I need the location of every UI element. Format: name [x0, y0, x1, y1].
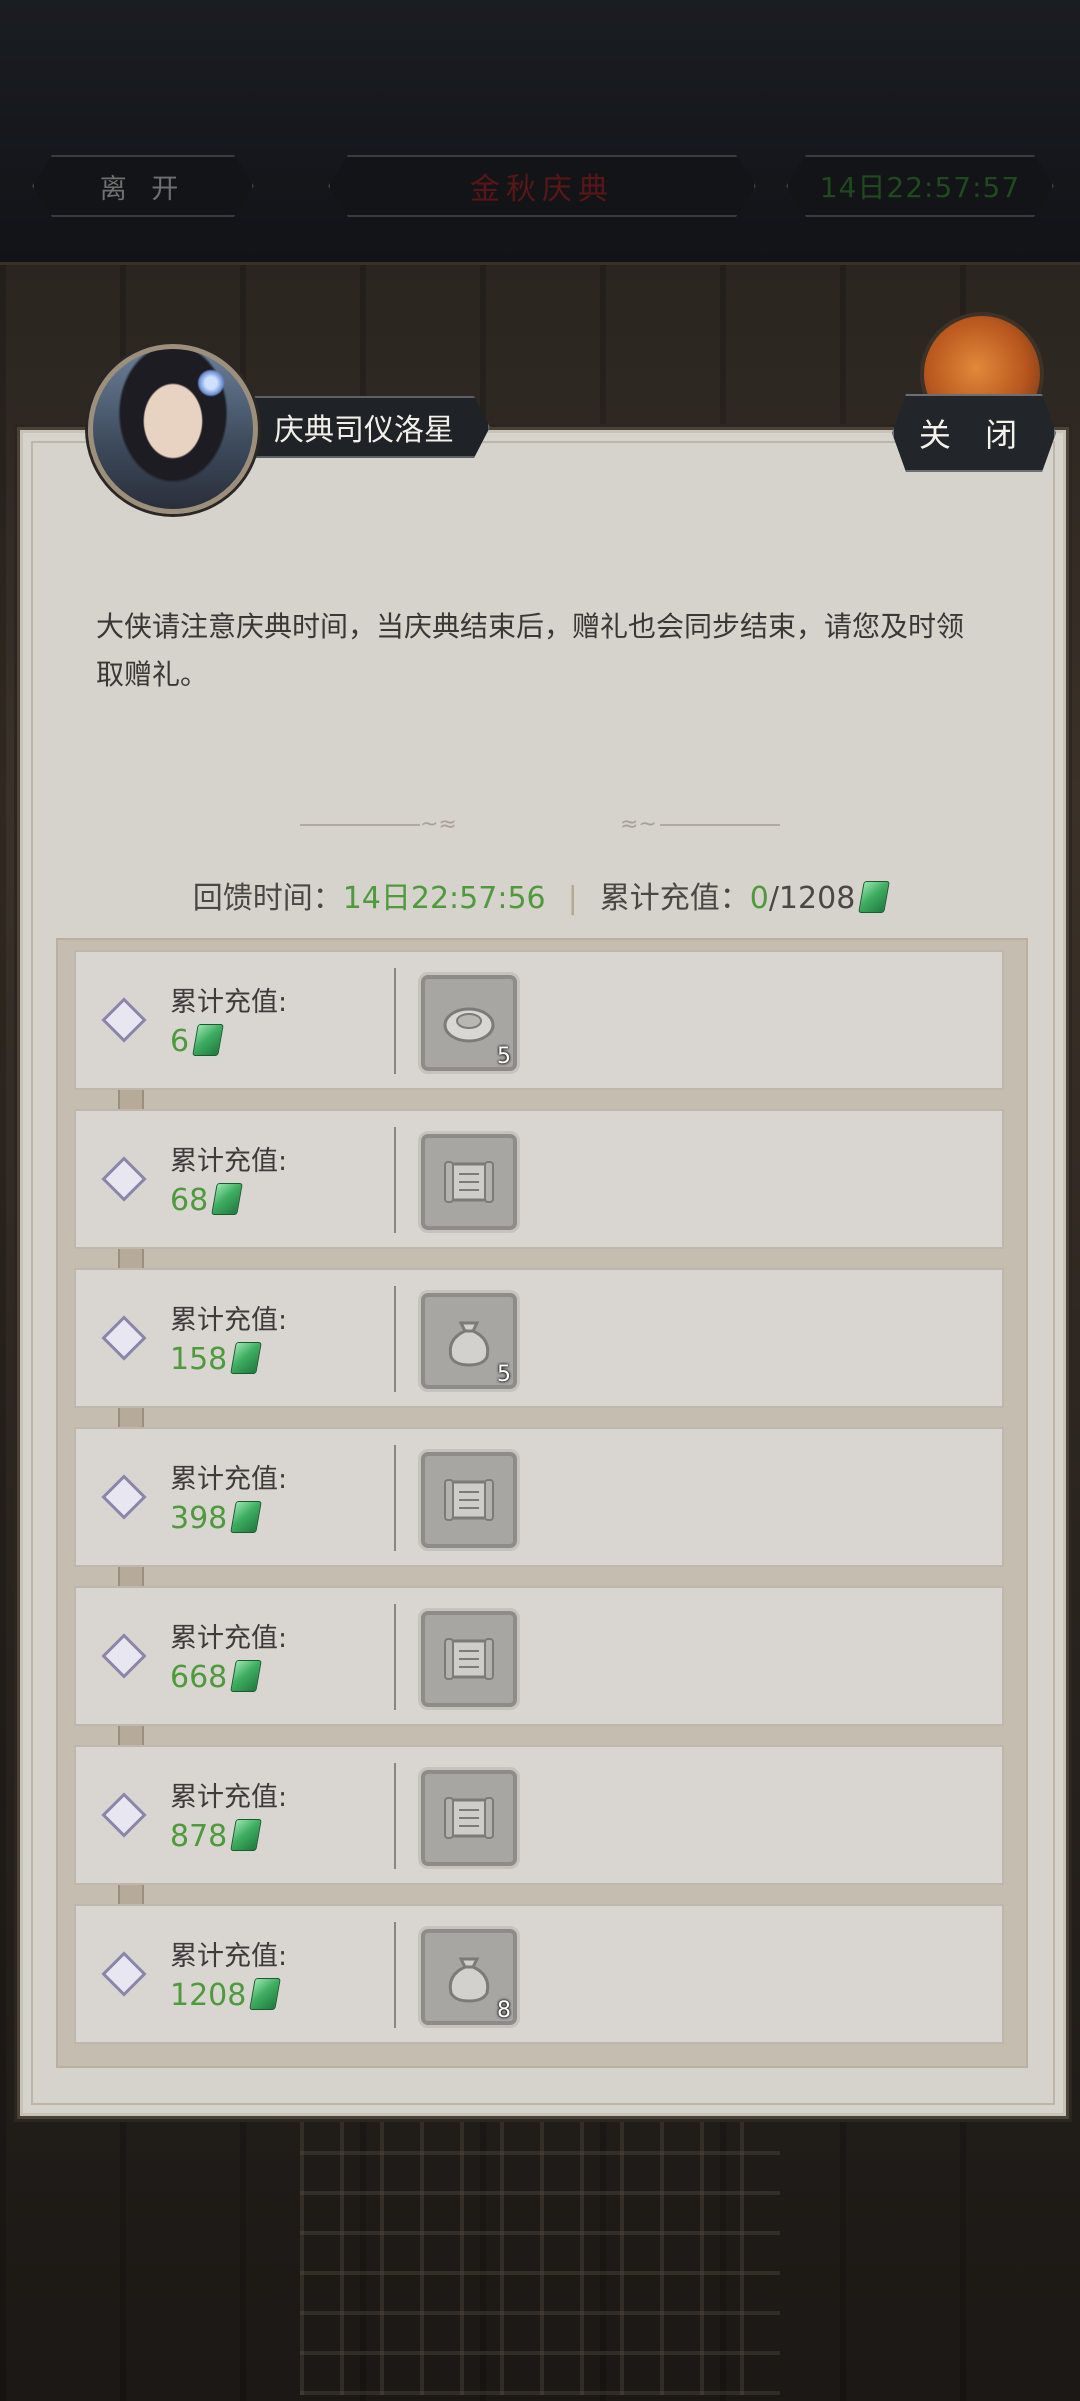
event-timer: 14日22:57:57 [786, 155, 1054, 217]
recharge-current: 0 [749, 881, 769, 916]
reward-row[interactable]: 累计充值: 878 [74, 1745, 1004, 1885]
hair-flower-icon [197, 369, 225, 397]
leave-button[interactable]: 离 开 [32, 155, 254, 217]
reward-threshold-label: 累计充值: [170, 1623, 288, 1654]
top-bar: 离 开 金秋庆典 14日22:57:57 [0, 0, 1080, 265]
reward-threshold-amount: 1208 [170, 1978, 282, 2013]
jade-gem-icon [192, 1024, 224, 1056]
progress-node-icon [101, 1156, 147, 1202]
jade-gem-icon [211, 1183, 244, 1215]
reward-item-slot[interactable] [418, 1608, 520, 1710]
reward-item-slot[interactable] [418, 1767, 520, 1869]
lattice-decoration [300, 2095, 780, 2395]
reward-item-slot[interactable] [418, 1131, 520, 1233]
feedback-time-label: 回馈时间： [192, 881, 343, 916]
reward-row[interactable]: 累计充值: 1208 8 [74, 1904, 1004, 2044]
notice-text: 大侠请注意庆典时间，当庆典结束后，赠礼也会同步结束，请您及时领取赠礼。 [96, 610, 965, 691]
reward-item-slot[interactable]: 8 [418, 1926, 520, 2028]
item-count: 8 [497, 1998, 511, 2023]
coin-icon [437, 991, 501, 1055]
row-divider [394, 1604, 396, 1710]
reward-row[interactable]: 累计充值: 6 5 [74, 950, 1004, 1090]
reward-item-slot[interactable]: 5 [418, 1290, 520, 1392]
pouch-icon [437, 1309, 501, 1373]
reward-threshold-amount: 6 [170, 1024, 224, 1059]
reward-threshold-amount: 158 [170, 1342, 263, 1377]
progress-node-icon [101, 1474, 147, 1520]
row-divider [394, 1922, 396, 2028]
progress-node-icon [101, 1315, 147, 1361]
reward-threshold-label: 累计充值: [170, 1782, 288, 1813]
row-divider [394, 968, 396, 1074]
row-divider [394, 1286, 396, 1392]
item-count: 5 [497, 1362, 511, 1387]
progress-node-icon [101, 1633, 147, 1679]
scroll-icon [437, 1627, 501, 1691]
reward-item-slot[interactable]: 5 [418, 972, 520, 1074]
reward-row[interactable]: 累计充值: 398 [74, 1427, 1004, 1567]
scroll-icon [437, 1786, 501, 1850]
reward-threshold-amount: 398 [170, 1501, 263, 1536]
feedback-time-value: 14日22:57:56 [342, 881, 546, 916]
reward-threshold-amount: 878 [170, 1819, 263, 1854]
jade-gem-icon [230, 1660, 263, 1692]
divider-ornament-icon: ~≈ [420, 812, 457, 837]
reward-threshold-label: 累计充值: [170, 1941, 288, 1972]
summary-separator: | [567, 881, 578, 916]
divider-right [660, 824, 780, 826]
divider-left [300, 824, 420, 826]
progress-node-icon [101, 1792, 147, 1838]
scroll-icon [437, 1150, 501, 1214]
jade-gem-icon [230, 1342, 263, 1374]
row-divider [394, 1445, 396, 1551]
scroll-icon [437, 1468, 501, 1532]
reward-threshold-label: 累计充值: [170, 987, 288, 1018]
reward-threshold-label: 累计充值: [170, 1146, 288, 1177]
reward-item-slot[interactable] [418, 1449, 520, 1551]
close-button[interactable]: 关 闭 [892, 394, 1056, 472]
recharge-label: 累计充值： [599, 881, 750, 916]
reward-threshold-label: 累计充值: [170, 1464, 288, 1495]
jade-gem-icon [249, 1978, 282, 2010]
divider-ornament-icon: ≈~ [620, 812, 657, 837]
progress-node-icon [101, 997, 147, 1043]
row-divider [394, 1127, 396, 1233]
jade-gem-icon [230, 1501, 263, 1533]
reward-row[interactable]: 累计充值: 668 [74, 1586, 1004, 1726]
event-title: 金秋庆典 [328, 155, 756, 217]
reward-row[interactable]: 累计充值: 158 5 [74, 1268, 1004, 1408]
npc-avatar [88, 344, 258, 514]
npc-name-plate: 庆典司仪洛星 [250, 396, 490, 458]
reward-row[interactable]: 累计充值: 68 [74, 1109, 1004, 1249]
jade-gem-icon [858, 881, 891, 913]
row-divider [394, 1763, 396, 1869]
reward-threshold-label: 累计充值: [170, 1305, 288, 1336]
reward-threshold-amount: 68 [170, 1183, 244, 1218]
pouch-icon [437, 1945, 501, 2009]
progress-node-icon [101, 1951, 147, 1997]
item-count: 5 [497, 1044, 511, 1069]
reward-threshold-amount: 668 [170, 1660, 263, 1695]
recharge-target: /1208 [768, 881, 856, 916]
recharge-summary: 回馈时间：14日22:57:56 | 累计充值：0/1208 [0, 873, 1080, 917]
jade-gem-icon [230, 1819, 263, 1851]
